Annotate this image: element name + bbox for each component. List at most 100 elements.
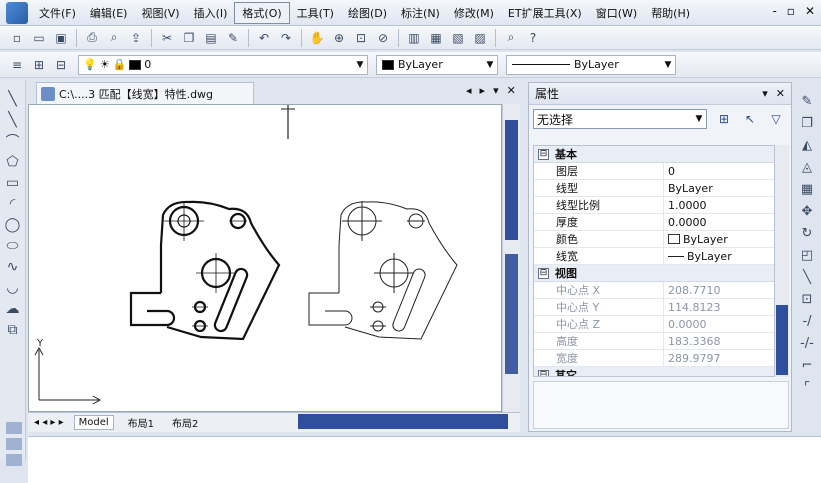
menu-view[interactable]: 视图(V) bbox=[134, 3, 186, 23]
quick-select-icon[interactable]: ▽ bbox=[767, 110, 785, 128]
collapse-icon[interactable]: ⊟ bbox=[538, 369, 549, 376]
extend-icon[interactable]: -/ bbox=[798, 312, 816, 330]
move-icon[interactable]: ✥ bbox=[798, 202, 816, 220]
spline-icon[interactable]: ∿ bbox=[3, 258, 23, 276]
menu-window[interactable]: 窗口(W) bbox=[589, 3, 644, 23]
minimize-button[interactable]: - bbox=[772, 4, 776, 18]
menu-draw[interactable]: 绘图(D) bbox=[341, 3, 394, 23]
zoom-window-icon[interactable]: ⊡ bbox=[352, 29, 370, 47]
menu-help[interactable]: 帮助(H) bbox=[644, 3, 697, 23]
command-icon[interactable] bbox=[6, 438, 22, 450]
canvas-vertical-scrollbar[interactable] bbox=[502, 104, 520, 412]
prop-row-layer[interactable]: 图层 0 bbox=[534, 163, 774, 180]
polyline-icon[interactable]: ⌒ bbox=[3, 132, 23, 150]
new-file-icon[interactable]: ▫ bbox=[8, 29, 26, 47]
pan-icon[interactable]: ✋ bbox=[308, 29, 326, 47]
revision-cloud-icon[interactable]: ☁ bbox=[3, 300, 23, 318]
canvas-horizontal-scrollbar[interactable] bbox=[298, 414, 508, 429]
menu-dimension[interactable]: 标注(N) bbox=[394, 3, 447, 23]
tab-layout1[interactable]: 布局1 bbox=[124, 414, 158, 431]
menu-file[interactable]: 文件(F) bbox=[32, 3, 83, 23]
layer-dropdown[interactable]: 💡 ☀ 🔒 0 ▼ bbox=[78, 54, 368, 75]
match-properties-icon[interactable]: ✎ bbox=[224, 29, 242, 47]
copy-icon[interactable]: ❐ bbox=[180, 29, 198, 47]
collapse-icon[interactable]: ⊟ bbox=[538, 267, 549, 279]
color-dropdown[interactable]: ByLayer ▼ bbox=[376, 54, 498, 75]
design-center-icon[interactable]: ▦ bbox=[427, 29, 445, 47]
array-icon[interactable]: ▦ bbox=[798, 180, 816, 198]
command-line[interactable] bbox=[28, 436, 821, 483]
command-icon[interactable] bbox=[6, 454, 22, 466]
redo-icon[interactable]: ↷ bbox=[277, 29, 295, 47]
toggle-pickadd-icon[interactable]: ⊞ bbox=[715, 110, 733, 128]
scroll-thumb[interactable] bbox=[776, 305, 788, 375]
save-icon[interactable]: ▣ bbox=[52, 29, 70, 47]
break-icon[interactable]: -/- bbox=[798, 334, 816, 352]
rotate-icon[interactable]: ↻ bbox=[798, 224, 816, 242]
prop-row-width[interactable]: 宽度 289.9797 bbox=[534, 350, 774, 367]
properties-scrollbar[interactable] bbox=[775, 145, 789, 377]
category-general[interactable]: ⊟ 基本 bbox=[534, 146, 774, 163]
prop-row-lineweight[interactable]: 线宽 ByLayer bbox=[534, 248, 774, 265]
tab-menu-icon[interactable]: ▾ bbox=[493, 84, 499, 97]
insert-block-icon[interactable]: ⧉ bbox=[3, 321, 23, 339]
publish-icon[interactable]: ⇪ bbox=[127, 29, 145, 47]
menu-et-tools[interactable]: ET扩展工具(X) bbox=[501, 3, 589, 23]
print-preview-icon[interactable]: ⌕ bbox=[105, 29, 123, 47]
paste-icon[interactable]: ▤ bbox=[202, 29, 220, 47]
document-tab[interactable]: C:\....3 匹配【线宽】特性.dwg bbox=[36, 82, 254, 104]
tool-palette-icon[interactable]: ▧ bbox=[449, 29, 467, 47]
erase-icon[interactable]: ✎ bbox=[798, 92, 816, 110]
offset-icon[interactable]: ◬ bbox=[798, 158, 816, 176]
fillet-icon[interactable]: ⌜ bbox=[798, 378, 816, 396]
properties-icon[interactable]: ▥ bbox=[405, 29, 423, 47]
tab-layout2[interactable]: 布局2 bbox=[168, 414, 202, 431]
linetype-dropdown[interactable]: ByLayer ▼ bbox=[506, 54, 676, 75]
rectangle-icon[interactable]: ▭ bbox=[3, 174, 23, 192]
tab-prev-icon[interactable]: ◂ bbox=[466, 84, 472, 97]
line-icon[interactable]: ╲ bbox=[3, 90, 23, 108]
restore-button[interactable]: ▫ bbox=[787, 4, 795, 18]
circle-icon[interactable]: ◯ bbox=[3, 216, 23, 234]
layer-state-icon[interactable]: ⊞ bbox=[30, 56, 48, 74]
ellipse-icon[interactable]: ⬭ bbox=[3, 237, 23, 255]
prop-row-height[interactable]: 高度 183.3368 bbox=[534, 333, 774, 350]
layer-previous-icon[interactable]: ⊟ bbox=[52, 56, 70, 74]
search-icon[interactable]: ⌕ bbox=[502, 29, 520, 47]
zoom-realtime-icon[interactable]: ⊕ bbox=[330, 29, 348, 47]
cut-icon[interactable]: ✂ bbox=[158, 29, 176, 47]
copy-object-icon[interactable]: ❐ bbox=[798, 114, 816, 132]
prop-row-color[interactable]: 颜色 ByLayer bbox=[534, 231, 774, 248]
category-view[interactable]: ⊟ 视图 bbox=[534, 265, 774, 282]
print-icon[interactable]: ⎙ bbox=[83, 29, 101, 47]
zoom-previous-icon[interactable]: ⊘ bbox=[374, 29, 392, 47]
prop-row-center-x[interactable]: 中心点 X 208.7710 bbox=[534, 282, 774, 299]
menu-modify[interactable]: 修改(M) bbox=[447, 3, 501, 23]
calculator-icon[interactable]: ▨ bbox=[471, 29, 489, 47]
category-misc[interactable]: ⊟ 其它 bbox=[534, 367, 774, 376]
prop-row-linetype-scale[interactable]: 线型比例 1.0000 bbox=[534, 197, 774, 214]
prop-row-center-z[interactable]: 中心点 Z 0.0000 bbox=[534, 316, 774, 333]
scale-icon[interactable]: ◰ bbox=[798, 246, 816, 264]
help-icon[interactable]: ? bbox=[524, 29, 542, 47]
undo-icon[interactable]: ↶ bbox=[255, 29, 273, 47]
collapse-icon[interactable]: ⊟ bbox=[538, 148, 549, 160]
open-folder-icon[interactable]: ▭ bbox=[30, 29, 48, 47]
prop-row-center-y[interactable]: 中心点 Y 114.8123 bbox=[534, 299, 774, 316]
scroll-thumb-lower[interactable] bbox=[505, 254, 518, 374]
drawing-canvas[interactable]: Y bbox=[28, 104, 502, 412]
scroll-thumb[interactable] bbox=[505, 120, 518, 240]
menu-tools[interactable]: 工具(T) bbox=[290, 3, 341, 23]
layer-manager-icon[interactable]: ≡ bbox=[8, 56, 26, 74]
mirror-icon[interactable]: ◭ bbox=[798, 136, 816, 154]
ellipse-arc-icon[interactable]: ◡ bbox=[3, 279, 23, 297]
menu-format[interactable]: 格式(O) bbox=[234, 1, 290, 24]
menu-insert[interactable]: 插入(I) bbox=[187, 3, 235, 23]
tab-nav-icon[interactable]: ◂ ◂ ▸ ▸ bbox=[34, 417, 64, 428]
panel-menu-icon[interactable]: ▾ bbox=[762, 87, 768, 100]
prop-row-linetype[interactable]: 线型 ByLayer bbox=[534, 180, 774, 197]
panel-close-icon[interactable]: ✕ bbox=[776, 87, 785, 100]
prop-row-thickness[interactable]: 厚度 0.0000 bbox=[534, 214, 774, 231]
tab-next-icon[interactable]: ▸ bbox=[480, 84, 486, 97]
selection-dropdown[interactable]: 无选择 ▼ bbox=[533, 109, 707, 129]
